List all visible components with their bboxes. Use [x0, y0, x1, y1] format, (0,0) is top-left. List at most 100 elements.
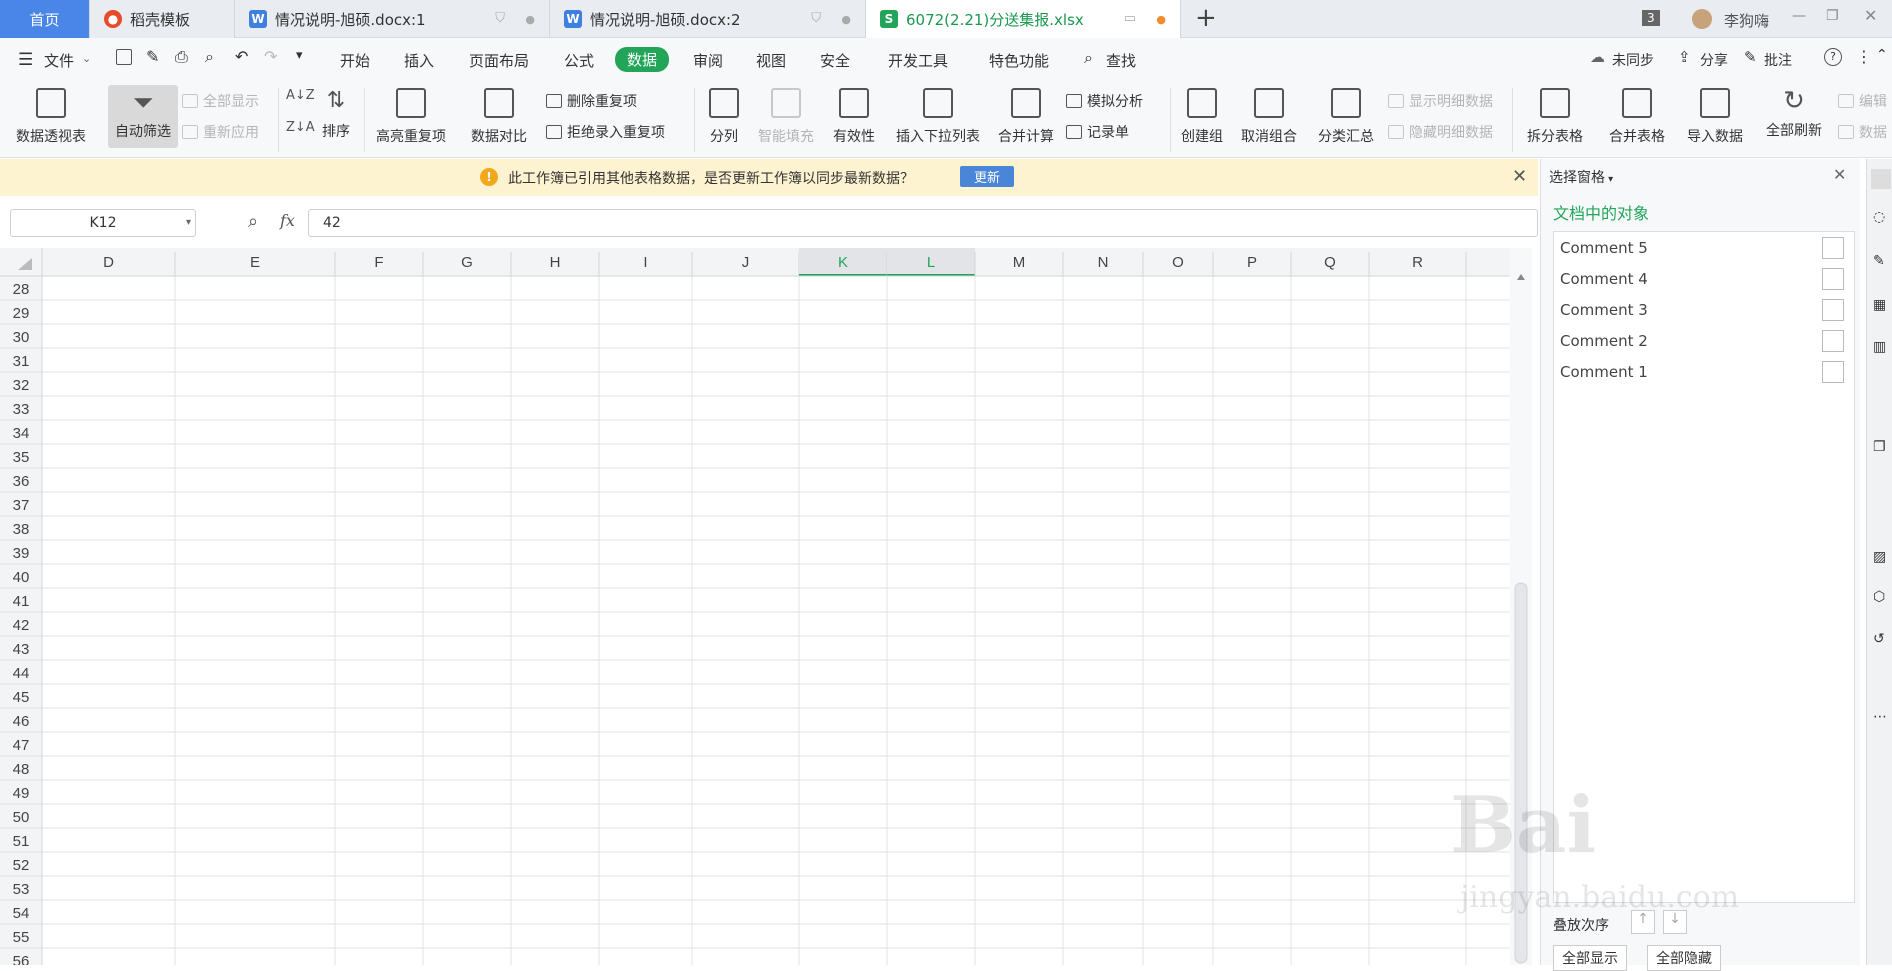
smart-fill-button[interactable]: 智能填充 — [754, 82, 818, 158]
visibility-checkbox[interactable] — [1822, 329, 1844, 352]
unsaved-dot[interactable]: ● — [1156, 13, 1166, 26]
row-header[interactable]: 39 — [13, 545, 30, 562]
row-header[interactable]: 28 — [13, 281, 30, 298]
menu-developer[interactable]: 开发工具 — [888, 50, 948, 71]
hide-detail-button[interactable]: 隐藏明细数据 — [1388, 122, 1493, 142]
row-header[interactable]: 34 — [13, 425, 30, 442]
show-detail-button[interactable]: 显示明细数据 — [1388, 91, 1493, 111]
object-list-item[interactable]: Comment 5 — [1554, 232, 1854, 263]
row-header[interactable]: 50 — [13, 809, 30, 826]
tab-doc-2[interactable]: W 情况说明-旭硕.docx:2 ⛉ ● — [550, 0, 866, 38]
row-header[interactable]: 51 — [13, 833, 30, 850]
row-header[interactable]: 55 — [13, 929, 30, 946]
menu-formula[interactable]: 公式 — [564, 50, 594, 71]
consolidate-button[interactable]: 合并计算 — [994, 82, 1058, 158]
data-compare-button[interactable]: 数据对比 — [464, 82, 534, 158]
tab-count-badge[interactable]: 3 — [1642, 10, 1660, 26]
menu-file[interactable]: 文件 — [44, 50, 74, 71]
row-header[interactable]: 52 — [13, 857, 30, 874]
data-link-button[interactable]: 数据 — [1838, 122, 1887, 142]
column-header[interactable]: G — [461, 254, 473, 271]
image-icon[interactable]: ▨ — [1873, 549, 1886, 565]
pen-icon[interactable]: ✎ — [1873, 253, 1885, 269]
column-header[interactable]: D — [103, 254, 114, 271]
refresh-all-button[interactable]: ↻ 全部刷新 — [1756, 82, 1832, 158]
grid-icon[interactable]: ▦ — [1873, 297, 1886, 313]
column-header[interactable]: F — [374, 254, 383, 271]
avatar[interactable] — [1692, 9, 1712, 29]
row-header[interactable]: 44 — [13, 665, 30, 682]
object-list-item[interactable]: Comment 2 — [1554, 325, 1854, 356]
column-header[interactable]: H — [550, 254, 561, 271]
menu-view[interactable]: 视图 — [756, 50, 786, 71]
copy-icon[interactable]: ❐ — [1873, 439, 1886, 455]
create-group-button[interactable]: 创建组 — [1176, 82, 1228, 158]
column-header[interactable]: L — [927, 254, 935, 271]
row-header[interactable]: 47 — [13, 737, 30, 754]
highlight-duplicates-button[interactable]: 高亮重复项 — [368, 82, 454, 158]
format-painter-icon[interactable]: ✎ — [146, 47, 159, 66]
row-header[interactable]: 31 — [13, 353, 30, 370]
print-preview-icon[interactable]: ⌕ — [205, 47, 214, 67]
pane-title[interactable]: 选择窗格 ▾ — [1549, 167, 1613, 187]
visibility-checkbox[interactable] — [1822, 267, 1844, 290]
more-icon[interactable]: ⋮ — [1856, 47, 1872, 66]
sort-button[interactable]: ⇅ 排序 — [316, 82, 356, 158]
column-header[interactable]: I — [643, 254, 647, 271]
hide-all-button[interactable]: 全部隐藏 — [1647, 945, 1721, 971]
help-icon[interactable]: ? — [1824, 48, 1842, 66]
row-header[interactable]: 49 — [13, 785, 30, 802]
comment-button[interactable]: 批注 — [1764, 50, 1792, 70]
row-header[interactable]: 43 — [13, 641, 30, 658]
ungroup-button[interactable]: 取消组合 — [1234, 82, 1304, 158]
send-backward-button[interactable]: ↓ — [1663, 910, 1687, 934]
close-pane-icon[interactable]: ✕ — [1833, 165, 1846, 184]
row-header[interactable]: 41 — [13, 593, 30, 610]
tab-close-dot[interactable]: ● — [841, 13, 851, 26]
autofilter-button[interactable]: ⏷ 自动筛选 — [108, 85, 178, 148]
show-all-button[interactable]: 全部显示 — [182, 91, 259, 111]
grid-canvas[interactable]: D E F G H I J K L M N O P Q R 28 29 30 31 32 33 34 35 36 37 38 39 4… — [0, 248, 1532, 965]
shape-icon[interactable]: ⬡ — [1873, 589, 1885, 605]
update-button[interactable]: 更新 — [960, 166, 1015, 187]
column-header[interactable]: K — [838, 254, 848, 271]
row-header[interactable]: 56 — [13, 953, 30, 965]
scrollbar-thumb[interactable] — [1514, 582, 1528, 964]
minimize-icon[interactable]: — — [1792, 8, 1806, 24]
sort-desc-icon[interactable]: Z↓A — [286, 120, 315, 135]
bring-forward-button[interactable]: ↑ — [1631, 910, 1655, 934]
subtotal-button[interactable]: 分类汇总 — [1314, 82, 1378, 158]
reapply-button[interactable]: 重新应用 — [182, 122, 259, 142]
restore-icon[interactable]: ❐ — [1826, 8, 1839, 24]
import-data-button[interactable]: 导入数据 — [1682, 82, 1748, 158]
history-icon[interactable]: ↺ — [1873, 631, 1885, 647]
tab-xlsx[interactable]: S 6072(2.21)分送集报.xlsx ▭ ● — [866, 0, 1181, 38]
tab-home[interactable]: 首页 — [0, 0, 90, 38]
column-header[interactable]: N — [1098, 254, 1109, 271]
column-header[interactable]: R — [1412, 254, 1423, 271]
row-header[interactable]: 46 — [13, 713, 30, 730]
row-header[interactable]: 35 — [13, 449, 30, 466]
tab-doc-1[interactable]: W 情况说明-旭硕.docx:1 ⛉ ● — [235, 0, 550, 38]
object-list-item[interactable]: Comment 1 — [1554, 356, 1854, 387]
more-icon[interactable]: ⋯ — [1873, 709, 1887, 725]
zoom-icon[interactable]: ⌕ — [248, 211, 258, 232]
selection-pane-icon[interactable] — [1871, 169, 1891, 189]
row-header[interactable]: 29 — [13, 305, 30, 322]
tab-close-dot[interactable]: ● — [525, 13, 535, 26]
reject-duplicates-button[interactable]: 拒绝录入重复项 — [546, 122, 665, 142]
menu-security[interactable]: 安全 — [820, 50, 850, 71]
visibility-checkbox[interactable] — [1822, 236, 1844, 259]
style-icon[interactable]: ◌ — [1873, 209, 1885, 225]
column-header[interactable]: P — [1247, 254, 1257, 271]
menu-layout[interactable]: 页面布局 — [469, 50, 529, 71]
row-header[interactable]: 54 — [13, 905, 30, 922]
sync-status[interactable]: 未同步 — [1612, 50, 1654, 70]
search-icon[interactable]: ⌕ — [1084, 48, 1093, 68]
new-tab-button[interactable]: + — [1195, 3, 1217, 33]
menu-data[interactable]: 数据 — [615, 47, 670, 72]
visibility-checkbox[interactable] — [1822, 298, 1844, 321]
remove-duplicates-button[interactable]: 删除重复项 — [546, 91, 637, 111]
redo-icon[interactable]: ↷ — [264, 47, 277, 66]
split-column-button[interactable]: 分列 — [700, 82, 748, 158]
